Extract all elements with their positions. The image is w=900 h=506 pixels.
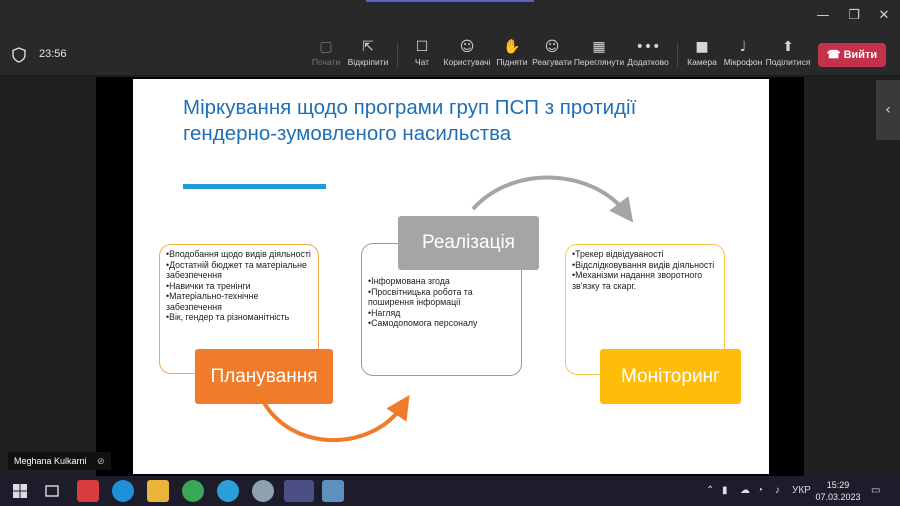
expand-panel-handle[interactable]: ‹ [876, 80, 900, 140]
app-icon-gray[interactable] [252, 480, 274, 502]
task-view-icon[interactable] [41, 480, 63, 502]
arrow-implementation-to-monitoring [471, 175, 634, 223]
notifications-icon[interactable]: ▭ [871, 485, 880, 496]
maximize-button[interactable]: ❐ [842, 6, 866, 26]
share-button[interactable]: ⬆ Поділитися [762, 37, 814, 75]
unpin-button[interactable]: ⇱ Відкріпити [342, 37, 394, 75]
app-icon-red[interactable] [77, 480, 99, 502]
clock-time: 15:29 [826, 480, 850, 490]
list-item: •Вподобання щодо видів діяльності [166, 249, 311, 259]
list-item: •Механізми надання зворотного зв'язку та… [572, 270, 703, 291]
emoji-icon: ☺ [544, 39, 560, 55]
list-item: •Матеріально-технічне забезпечення [166, 291, 259, 312]
view-button[interactable]: ▦ Переглянути [573, 37, 625, 75]
presentation-slide: Міркування щодо програми груп ПСП з прот… [133, 79, 769, 474]
arrow-plan-to-implementation [261, 394, 410, 443]
minimize-button[interactable]: — [811, 6, 835, 26]
teams-icon[interactable] [284, 480, 314, 502]
unpin-icon: ⇱ [362, 39, 374, 55]
chrome-icon[interactable] [182, 480, 204, 502]
wifi-icon[interactable]: ◔ [757, 485, 763, 496]
meeting-timer: 23:56 [39, 48, 67, 60]
meeting-toolbar: 23:56 ▢ Почати ⇱ Відкріпити ☐ Чат ☺ Кори… [0, 33, 900, 76]
telegram-icon[interactable] [217, 480, 239, 502]
leave-button[interactable]: ☎ Вийти [818, 43, 886, 67]
planning-label: Планування [195, 349, 333, 404]
list-item: •Достатній бюджет та матеріальне забезпе… [166, 259, 307, 281]
speaker-icon[interactable]: ♪ [775, 485, 780, 496]
meeting-stage: ‹ Міркування щодо програми груп ПСП з пр… [0, 77, 900, 476]
more-button[interactable]: ••• Додатково [622, 37, 674, 75]
list-item: •Просвітницька робота та поширення інфор… [368, 286, 473, 308]
app-icon-blue[interactable] [322, 480, 344, 502]
language-indicator[interactable]: УКР [792, 485, 811, 496]
window-accent-line [366, 0, 534, 2]
clock[interactable]: 15:29 07.03.2023 [812, 479, 864, 503]
react-button[interactable]: ☺ Реагувати [526, 37, 578, 75]
phone-icon: ☎ [826, 49, 841, 61]
file-explorer-icon[interactable] [147, 480, 169, 502]
list-item: •Самодопомога персоналу [368, 318, 478, 328]
window-title-bar: — ❐ ✕ [0, 0, 900, 33]
participant-name: Meghana Kulkarni [14, 456, 87, 466]
participant-name-tag: Meghana Kulkarni ⊘ [8, 452, 111, 470]
list-item: •Вік, гендер та різноманітність [166, 312, 290, 322]
windows-taskbar: ⌃ ▮ ☁ ◔ ♪ УКР 15:29 07.03.2023 ▭ [0, 476, 900, 506]
shield-icon [12, 47, 26, 63]
muted-microphone-icon: ⊘ [97, 456, 105, 466]
list-item: •Відслідковування видів діяльності [572, 259, 715, 270]
edge-icon[interactable] [112, 480, 134, 502]
cloud-icon[interactable]: ☁ [740, 485, 750, 496]
battery-icon[interactable]: ▮ [722, 485, 728, 496]
grid-icon: ▦ [592, 39, 606, 55]
windows-start-icon[interactable] [9, 480, 31, 502]
list-item: •Навички та тренінги [166, 280, 251, 291]
implementation-label: Реалізація [398, 216, 539, 270]
more-icon: ••• [635, 39, 661, 55]
monitoring-label: Моніторинг [600, 349, 741, 404]
share-icon: ⬆ [782, 39, 794, 55]
list-item: •Трекер відвідуваності [572, 249, 664, 259]
close-button[interactable]: ✕ [872, 6, 896, 26]
list-item: •Інформована згода [368, 276, 450, 286]
clock-date: 07.03.2023 [815, 492, 861, 502]
chevron-up-icon[interactable]: ⌃ [706, 485, 714, 496]
chevron-left-icon: ‹ [885, 102, 891, 118]
list-item: •Нагляд [368, 307, 401, 318]
